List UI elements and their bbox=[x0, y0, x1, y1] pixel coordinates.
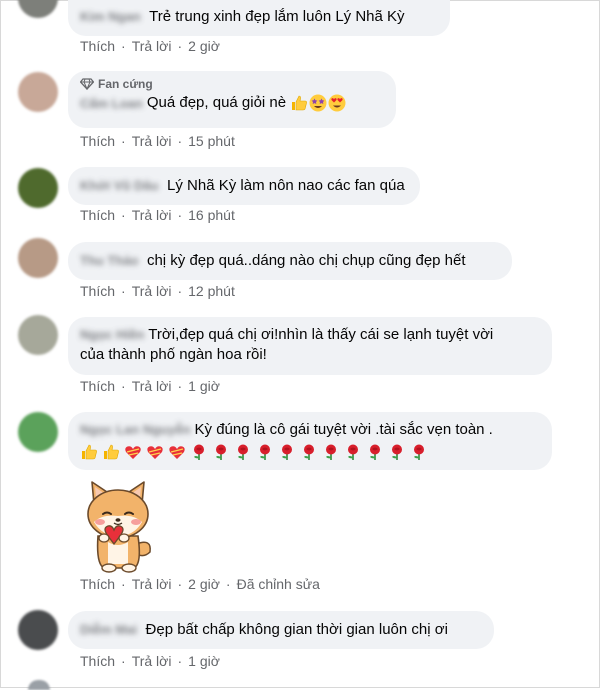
comment-time[interactable]: 12 phút bbox=[188, 283, 235, 299]
comment-actions: Thích · Trả lời · 2 giờ · Đã chỉnh sửa bbox=[80, 576, 320, 592]
comment-time[interactable]: 2 giờ bbox=[188, 576, 220, 592]
rose-emoji-icon bbox=[194, 444, 204, 460]
comment-text: Đẹp bất chấp không gian thời gian luôn c… bbox=[145, 621, 448, 638]
thumbs-up-emoji-icon bbox=[82, 444, 97, 460]
shiba-dog-heart-sticker-icon[interactable] bbox=[78, 478, 158, 574]
comment-bubble: Kim Ngan Trẻ trung xinh đẹp lắm luôn Lý … bbox=[68, 0, 450, 36]
rose-emoji-icon bbox=[370, 444, 380, 460]
separator-dot: · bbox=[121, 207, 126, 223]
comment-actions: Thích · Trả lời · 12 phút bbox=[80, 283, 235, 299]
separator-dot: · bbox=[177, 133, 183, 149]
like-button[interactable]: Thích bbox=[80, 653, 115, 669]
reply-button[interactable]: Trả lời bbox=[132, 283, 172, 299]
comment-author[interactable]: Khởi Vũ Dâu bbox=[80, 178, 159, 193]
rose-emoji-icon bbox=[326, 444, 336, 460]
ribbon-heart-emoji-icon bbox=[147, 446, 163, 459]
avatar[interactable] bbox=[18, 315, 58, 355]
like-button[interactable]: Thích bbox=[80, 207, 115, 223]
separator-dot: · bbox=[121, 38, 126, 54]
separator-dot: · bbox=[177, 207, 183, 223]
edited-label[interactable]: Đã chỉnh sửa bbox=[237, 576, 320, 592]
comment-text: Quá đẹp, quá giỏi nè bbox=[146, 94, 287, 111]
reply-button[interactable]: Trả lời bbox=[132, 133, 172, 149]
comment-author[interactable]: Cẩm Loan bbox=[80, 96, 143, 111]
rose-emoji-icon bbox=[392, 444, 402, 460]
comment-author[interactable]: Ngọc Hiền bbox=[80, 325, 144, 345]
avatar[interactable] bbox=[18, 238, 58, 278]
avatar[interactable] bbox=[18, 610, 58, 650]
rose-emoji-icon bbox=[238, 444, 248, 460]
rose-emoji-icon bbox=[260, 444, 270, 460]
thumbs-up-emoji-icon bbox=[292, 95, 308, 111]
reply-button[interactable]: Trả lời bbox=[132, 207, 172, 223]
comment-author[interactable]: Diễm Mai bbox=[80, 622, 137, 637]
reply-button[interactable]: Trả lời bbox=[132, 653, 172, 669]
separator-dot: · bbox=[177, 38, 183, 54]
rose-emoji-icon bbox=[304, 444, 314, 460]
comment-bubble: Ngọc Hiền Trời,đẹp quá chị ơi!nhìn là thấ… bbox=[68, 317, 552, 375]
comment-bubble: Ngọc Lan Nguyễn Kỳ đúng là cô gái tuyệt v… bbox=[68, 412, 552, 470]
comment-time[interactable]: 1 giờ bbox=[188, 653, 220, 669]
separator-dot: · bbox=[121, 378, 126, 394]
comment-actions: Thích · Trả lời · 15 phút bbox=[80, 133, 235, 149]
comment-author[interactable]: Ngọc Lan Nguyễn bbox=[80, 420, 191, 440]
like-button[interactable]: Thích bbox=[80, 378, 115, 394]
separator-dot: · bbox=[177, 576, 183, 592]
like-button[interactable]: Thích bbox=[80, 283, 115, 299]
comment-time[interactable]: 2 giờ bbox=[188, 38, 220, 54]
rose-emoji-icon bbox=[348, 444, 358, 460]
comment-time[interactable]: 15 phút bbox=[188, 133, 235, 149]
separator-dot: · bbox=[225, 576, 231, 592]
reply-button[interactable]: Trả lời bbox=[132, 38, 172, 54]
comment-text: chị kỳ đẹp quá..dáng nào chị chụp cũng đ… bbox=[146, 252, 466, 269]
rose-emoji-icon bbox=[414, 444, 424, 460]
diamond-icon bbox=[80, 78, 94, 90]
separator-dot: · bbox=[121, 283, 126, 299]
ribbon-heart-emoji-icon bbox=[169, 446, 185, 459]
separator-dot: · bbox=[121, 133, 126, 149]
avatar[interactable] bbox=[18, 412, 58, 452]
comment-actions: Thích · Trả lời · 1 giờ bbox=[80, 378, 220, 394]
comment-time[interactable]: 16 phút bbox=[188, 207, 235, 223]
separator-dot: · bbox=[121, 653, 126, 669]
heart-eyes-emoji-icon bbox=[328, 94, 346, 112]
thumbs-up-emoji-icon bbox=[104, 444, 119, 460]
avatar[interactable] bbox=[18, 72, 58, 112]
comment-text: Kỳ đúng là cô gái tuyệt vời .tài sắc vẹn… bbox=[194, 421, 493, 438]
like-button[interactable]: Thích bbox=[80, 38, 115, 54]
separator-dot: · bbox=[177, 378, 183, 394]
comment-author[interactable]: Kim Ngan bbox=[80, 9, 141, 24]
ribbon-heart-emoji-icon bbox=[125, 446, 141, 459]
comment-text-line2: của thành phố ngàn hoa rồi! bbox=[80, 346, 267, 363]
comment-author[interactable]: Thu Thảo bbox=[80, 253, 139, 268]
like-button[interactable]: Thích bbox=[80, 133, 115, 149]
reply-button[interactable]: Trả lời bbox=[132, 378, 172, 394]
comment-bubble: Thu Thảo chị kỳ đẹp quá..dáng nào chị ch… bbox=[68, 242, 512, 280]
rose-emoji-icon bbox=[282, 444, 292, 460]
comment-actions: Thích · Trả lời · 16 phút bbox=[80, 207, 235, 223]
badge-label: Fan cứng bbox=[98, 77, 153, 91]
emoji-row bbox=[80, 443, 540, 461]
comment-bubble: Fan cứng Cẩm Loan Quá đẹp, quá giỏi nè bbox=[68, 71, 396, 128]
comment-time[interactable]: 1 giờ bbox=[188, 378, 220, 394]
separator-dot: · bbox=[121, 576, 126, 592]
like-button[interactable]: Thích bbox=[80, 576, 115, 592]
comment-text: Trời,đẹp quá chị ơi!nhìn là thấy cái se … bbox=[148, 326, 494, 343]
comment-bubble: Diễm Mai Đẹp bất chấp không gian thời gi… bbox=[68, 611, 494, 649]
comment-actions: Thích · Trả lời · 1 giờ bbox=[80, 653, 220, 669]
avatar[interactable] bbox=[18, 168, 58, 208]
reply-button[interactable]: Trả lời bbox=[132, 576, 172, 592]
star-struck-emoji-icon bbox=[309, 94, 327, 112]
comment-bubble: Khởi Vũ Dâu Lý Nhã Kỳ làm nôn nao các fa… bbox=[68, 167, 420, 205]
rose-emoji-icon bbox=[216, 444, 226, 460]
comment-actions: Thích · Trả lời · 2 giờ bbox=[80, 38, 220, 54]
separator-dot: · bbox=[177, 653, 183, 669]
fan-badge: Fan cứng bbox=[80, 77, 384, 91]
separator-dot: · bbox=[177, 283, 183, 299]
comment-text: Trẻ trung xinh đẹp lắm luôn Lý Nhã Kỳ bbox=[149, 8, 405, 25]
comment-text: Lý Nhã Kỳ làm nôn nao các fan qúa bbox=[167, 177, 405, 194]
